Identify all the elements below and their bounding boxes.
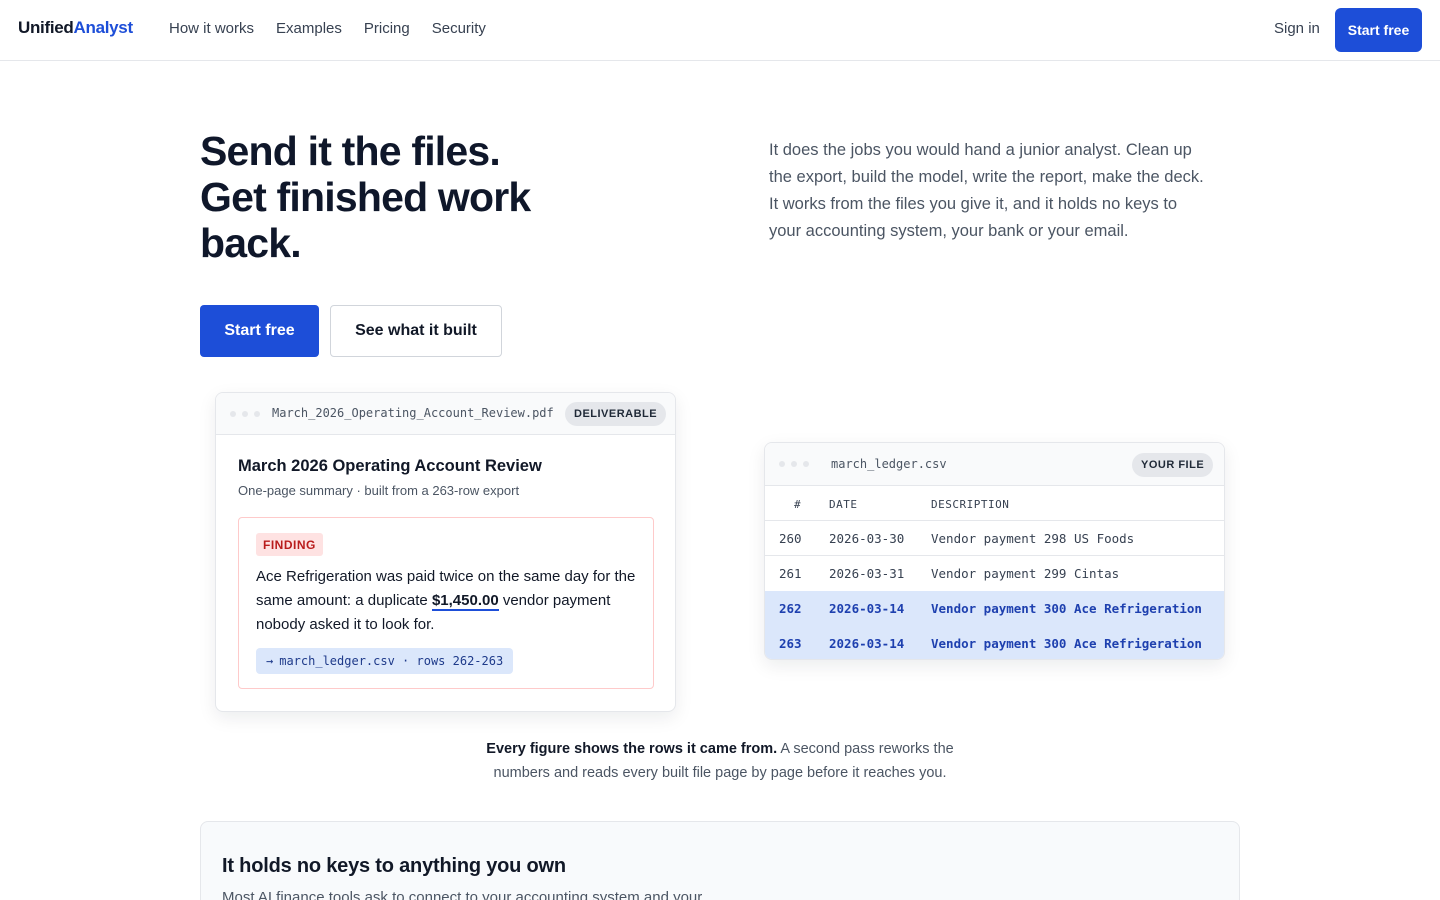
table-row-highlighted: 263 2026-03-14 Vendor payment 300 Ace Re… (765, 626, 1224, 659)
nav-how-it-works[interactable]: How it works (169, 20, 254, 37)
hero-start-free-button[interactable]: Start free (200, 305, 319, 357)
ledger-card: march_ledger.csv YOUR FILE # DATE DESCRI… (764, 442, 1225, 660)
deliverable-titlebar: March_2026_Operating_Account_Review.pdf … (216, 393, 675, 435)
ledger-header-row: # DATE DESCRIPTION (765, 486, 1224, 521)
finding-amount: $1,450.00 (431, 592, 499, 611)
arrow-right-icon: → (266, 654, 274, 668)
panel-body: Most AI finance tools ask to connect to … (222, 889, 703, 900)
source-rows-label: march_ledger.csv · rows 262-263 (279, 654, 504, 668)
deliverable-title: March 2026 Operating Account Review (238, 457, 542, 475)
finding-box: FINDING Ace Refrigeration was paid twice… (238, 517, 654, 689)
ledger-badge: YOUR FILE (1132, 453, 1214, 477)
provenance-caption: Every figure shows the rows it came from… (486, 741, 954, 781)
table-row-highlighted: 262 2026-03-14 Vendor payment 300 Ace Re… (765, 591, 1224, 626)
window-dots (230, 411, 260, 417)
window-dots (779, 461, 809, 467)
logo[interactable]: UnifiedAnalyst (18, 18, 133, 38)
hero-lead: It does the jobs you would hand a junior… (769, 141, 1204, 240)
header-start-free-button[interactable]: Start free (1335, 8, 1422, 52)
deliverable-badge: DELIVERABLE (565, 402, 667, 426)
hero-title: Send it the files. Get finished work bac… (200, 128, 531, 266)
ledger-titlebar: march_ledger.csv YOUR FILE (765, 443, 1224, 486)
nav-examples[interactable]: Examples (276, 20, 342, 37)
deliverable-card: March_2026_Operating_Account_Review.pdf … (215, 392, 676, 712)
col-description: DESCRIPTION (931, 498, 1010, 511)
finding-tag: FINDING (256, 533, 323, 556)
deliverable-subtitle: One-page summary · built from a 263-row … (238, 483, 520, 498)
panel-title: It holds no keys to anything you own (222, 855, 566, 877)
nav-pricing[interactable]: Pricing (364, 20, 410, 37)
deliverable-filename: March_2026_Operating_Account_Review.pdf (272, 406, 554, 420)
table-row: 260 2026-03-30 Vendor payment 298 US Foo… (765, 521, 1224, 556)
main-nav: How it works Examples Pricing Security (169, 20, 486, 37)
sign-in-link[interactable]: Sign in (1274, 20, 1320, 37)
source-rows-link[interactable]: → march_ledger.csv · rows 262-263 (256, 648, 514, 674)
col-num: # (794, 498, 802, 511)
col-date: DATE (829, 498, 858, 511)
see-what-it-built-button[interactable]: See what it built (330, 305, 502, 357)
ledger-filename: march_ledger.csv (831, 457, 947, 471)
nav-security[interactable]: Security (432, 20, 486, 37)
no-keys-panel: It holds no keys to anything you own Mos… (200, 821, 1240, 900)
site-header: UnifiedAnalyst How it works Examples Pri… (0, 0, 1440, 61)
finding-text: Ace Refrigeration was paid twice on the … (256, 568, 636, 633)
table-row: 261 2026-03-31 Vendor payment 299 Cintas (779, 566, 1120, 581)
